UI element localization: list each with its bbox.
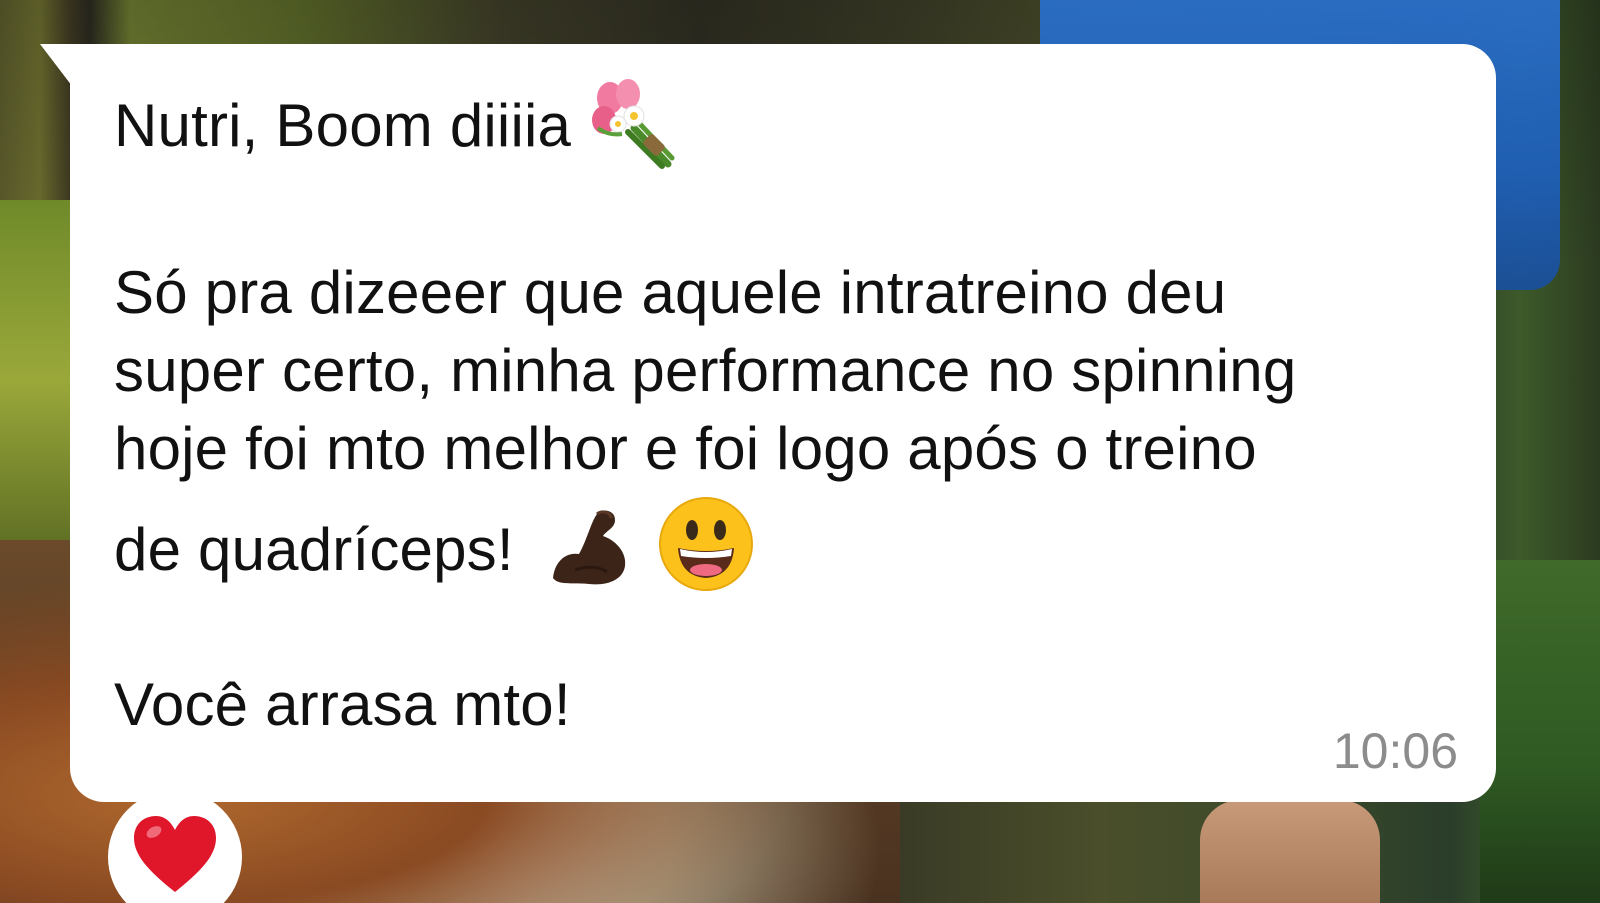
message-line: super certo, minha performance no spinni… xyxy=(114,337,1297,404)
message-line: Só pra dizeeer que aquele intratreino de… xyxy=(114,259,1227,326)
grinning-face-emoji xyxy=(658,496,754,592)
red-heart-emoji xyxy=(134,816,216,892)
message-line-text: de quadríceps! xyxy=(114,515,514,583)
bouquet-emoji xyxy=(588,78,680,170)
message-text: Nutri, Boom diiiia Só pra dizeeer que aq… xyxy=(114,79,1454,744)
message-line: Nutri, Boom diiiia xyxy=(114,79,1454,176)
message-line: de quadríceps! xyxy=(114,497,1454,602)
message-timestamp: 10:06 xyxy=(1332,723,1458,779)
wallpaper-leg xyxy=(1200,800,1380,903)
message-line: Você arrasa mto! xyxy=(114,671,571,738)
flexed-biceps-emoji xyxy=(545,500,637,592)
wallpaper-grass-right xyxy=(1480,560,1600,903)
message-line: hoje foi mto melhor e foi logo após o tr… xyxy=(114,415,1257,482)
message-bubble-tail xyxy=(40,44,72,86)
message-greeting: Nutri, Boom diiiia xyxy=(114,91,572,159)
wallpaper-grass-left xyxy=(0,200,80,560)
message-bubble[interactable]: Nutri, Boom diiiia Só pra dizeeer que aq… xyxy=(70,44,1496,802)
